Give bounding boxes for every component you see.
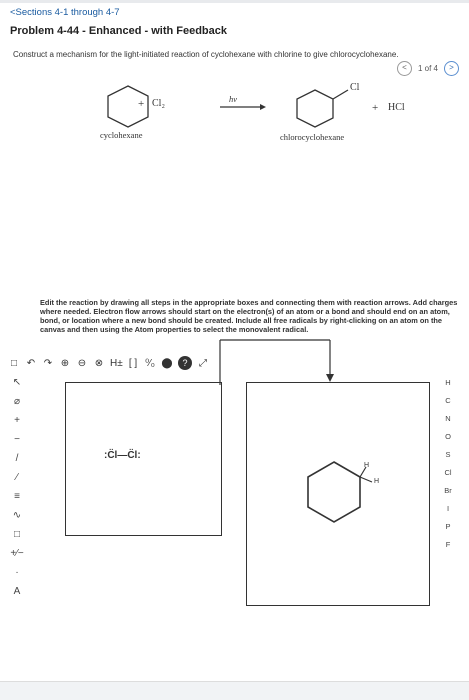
ring-tool-icon[interactable]: □ (14, 528, 20, 542)
chlorine-reagent: Cl₂ (152, 98, 165, 109)
zoom-out-icon[interactable]: ⊖ (76, 358, 88, 369)
cyclohexane-label: cyclohexane (100, 130, 143, 140)
problem-prompt: Construct a mechanism for the light-init… (13, 50, 399, 59)
element-palette: H C N O S Cl Br I P F (440, 378, 456, 549)
remove-charge-icon[interactable]: − (14, 433, 20, 447)
chain-tool-icon[interactable]: ∿ (13, 509, 21, 523)
canvas-cyclohexane-ring (307, 461, 361, 523)
cyclohexane-canvas-drawing (307, 461, 373, 523)
chlorocyclohexane-label: chlorocyclohexane (280, 132, 345, 142)
add-charge-icon[interactable]: + (14, 414, 20, 428)
select-tool-icon[interactable]: □ (8, 358, 20, 369)
zoom-in-icon[interactable]: ⊕ (59, 358, 71, 369)
element-i[interactable]: I (447, 504, 449, 513)
arrow-tool-icon[interactable]: ↖ (13, 376, 21, 390)
element-c[interactable]: C (445, 396, 450, 405)
plus-sign-1: + (138, 98, 145, 110)
element-br[interactable]: Br (444, 486, 452, 495)
instructions-text: Edit the reaction by drawing all steps i… (40, 298, 458, 334)
element-s[interactable]: S (445, 450, 450, 459)
h-atom-1: H (364, 462, 370, 469)
c-cl-bond (332, 89, 349, 100)
eraser-icon[interactable]: ⌀ (14, 395, 20, 409)
reaction-arrow-head (260, 104, 266, 110)
triple-bond-icon[interactable]: ≡ (14, 490, 20, 504)
problem-title: Problem 4-44 - Enhanced - with Feedback (10, 25, 227, 37)
cl-substituent: Cl (350, 82, 360, 93)
double-bond-icon[interactable]: ∕ (16, 471, 18, 485)
undo-icon[interactable]: ↶ (25, 358, 37, 369)
single-bond-icon[interactable]: / (16, 452, 19, 466)
light-condition: hv (229, 94, 238, 104)
hcl-product: HCl (388, 102, 405, 113)
element-cl[interactable]: Cl (444, 468, 451, 477)
left-toolbar: ↖ ⌀ + − / ∕ ≡ ∿ □ +⁄− · A (6, 376, 28, 599)
h-atom-2: H (374, 478, 380, 485)
back-link[interactable]: <Sections 4-1 through 4-7 (10, 7, 120, 18)
element-n[interactable]: N (445, 414, 450, 423)
pager-text: 1 of 4 (417, 64, 438, 73)
clear-icon[interactable]: ⊗ (93, 358, 105, 369)
charge-tool-icon[interactable]: +⁄− (10, 547, 23, 561)
redo-icon[interactable]: ↷ (42, 358, 54, 369)
element-o[interactable]: O (445, 432, 451, 441)
canvas-h-bond-2 (359, 476, 373, 483)
hydrogen-toggle-icon[interactable]: H± (110, 358, 123, 369)
chlorocyclohexane-ring (296, 89, 334, 128)
element-p[interactable]: P (445, 522, 450, 531)
element-f[interactable]: F (446, 540, 451, 549)
reaction-scheme (107, 85, 349, 128)
bottom-bar (0, 681, 469, 700)
element-h[interactable]: H (445, 378, 450, 387)
top-bar (0, 0, 469, 3)
text-tool-icon[interactable]: A (14, 585, 21, 599)
bracket-icon[interactable]: [ ] (127, 358, 139, 369)
plus-sign-2: + (372, 102, 379, 114)
cl2-molecule: :C̈l—C̈l: (104, 450, 141, 461)
radical-icon[interactable]: · (15, 566, 18, 580)
next-page-button[interactable]: > (444, 61, 459, 76)
